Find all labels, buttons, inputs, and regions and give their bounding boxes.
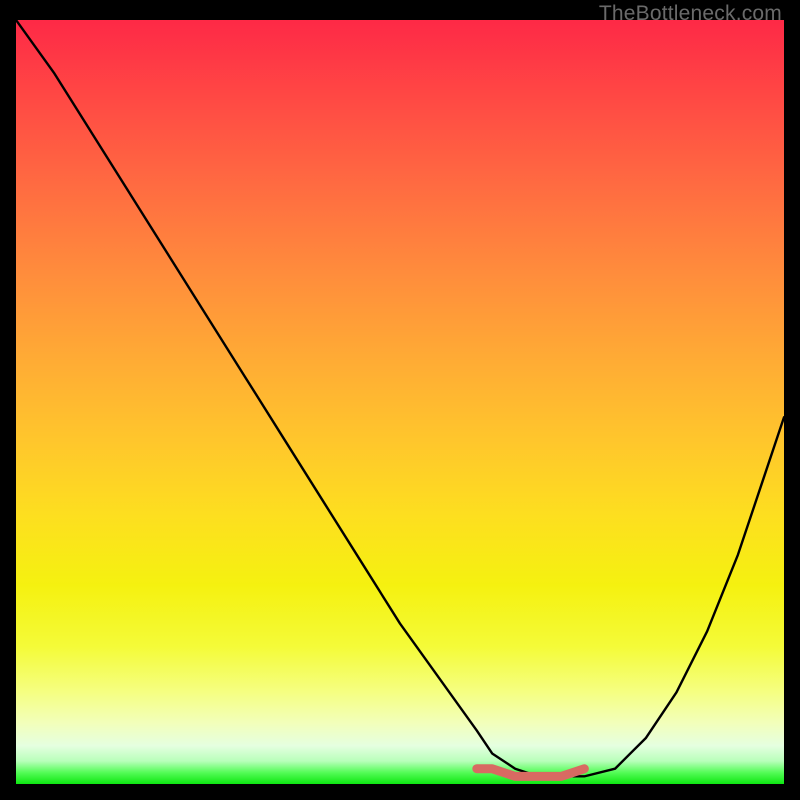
bottleneck-optimal-band <box>477 769 585 777</box>
watermark-label: TheBottleneck.com <box>599 2 782 26</box>
bottleneck-curve <box>16 20 784 776</box>
plot-area <box>16 20 784 784</box>
chart-frame: TheBottleneck.com <box>0 0 800 800</box>
chart-svg <box>16 20 784 784</box>
